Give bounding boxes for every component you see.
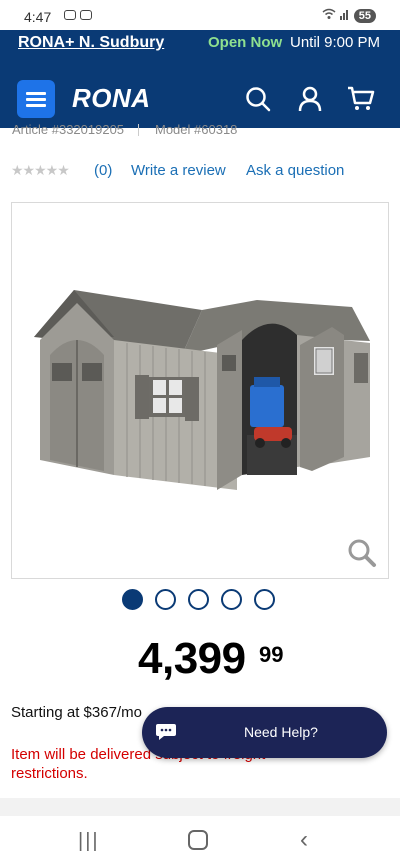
signal-icon xyxy=(339,8,350,23)
store-banner: RONA+ N. Sudbury Open Now Until 9:00 PM xyxy=(0,30,400,60)
zoom-icon[interactable] xyxy=(347,538,377,573)
financing-text: Starting at $367/mo xyxy=(11,704,142,721)
article-number: Article #332019205 xyxy=(12,122,125,137)
back-icon[interactable]: ‹ xyxy=(300,826,308,854)
status-right: 55 xyxy=(322,8,376,23)
site-header: RONA xyxy=(0,60,400,128)
chat-bubble-icon xyxy=(155,722,177,742)
product-image-frame[interactable] xyxy=(11,202,389,579)
screenshot-icon xyxy=(80,10,92,20)
search-icon[interactable] xyxy=(245,86,271,117)
model-number: Model #60318 xyxy=(155,122,238,137)
store-hours: Until 9:00 PM xyxy=(290,34,381,51)
page-bottom-strip xyxy=(0,798,400,816)
price-cents: 99 xyxy=(259,642,284,667)
need-help-label: Need Help? xyxy=(244,724,318,740)
message-icon xyxy=(64,10,76,20)
menu-button[interactable] xyxy=(17,80,55,118)
status-time: 4:47 xyxy=(24,9,52,25)
rating-stars: ★★★★★ xyxy=(11,162,70,178)
need-help-chat-button[interactable]: Need Help? xyxy=(142,707,387,758)
carousel-dot-4[interactable] xyxy=(221,589,242,610)
home-icon[interactable] xyxy=(188,830,208,850)
carousel-dot-5[interactable] xyxy=(254,589,275,610)
recent-apps-icon[interactable]: ||| xyxy=(78,830,100,853)
account-icon[interactable] xyxy=(298,86,322,117)
menu-icon xyxy=(26,92,46,95)
carousel-dot-3[interactable] xyxy=(188,589,209,610)
carousel-dot-1[interactable] xyxy=(122,589,143,610)
divider xyxy=(138,124,139,136)
store-name-link[interactable]: RONA+ N. Sudbury xyxy=(18,34,164,52)
system-nav-bar: ||| ‹ xyxy=(0,816,400,867)
status-bar: 4:47 55 xyxy=(0,0,400,30)
store-open-status: Open Now xyxy=(208,34,283,51)
product-image-shed xyxy=(34,290,370,490)
battery-level: 55 xyxy=(353,8,376,23)
write-review-link[interactable]: Write a review xyxy=(131,162,226,179)
notification-icons xyxy=(64,10,92,20)
review-count-link[interactable]: (0) xyxy=(94,162,112,179)
rona-logo[interactable]: RONA xyxy=(72,83,151,114)
wifi-icon xyxy=(322,8,336,23)
ask-question-link[interactable]: Ask a question xyxy=(246,162,344,179)
cart-icon[interactable] xyxy=(347,86,375,117)
image-carousel-dots xyxy=(122,589,275,610)
carousel-dot-2[interactable] xyxy=(155,589,176,610)
price-dollars: 4,399 xyxy=(138,634,246,683)
